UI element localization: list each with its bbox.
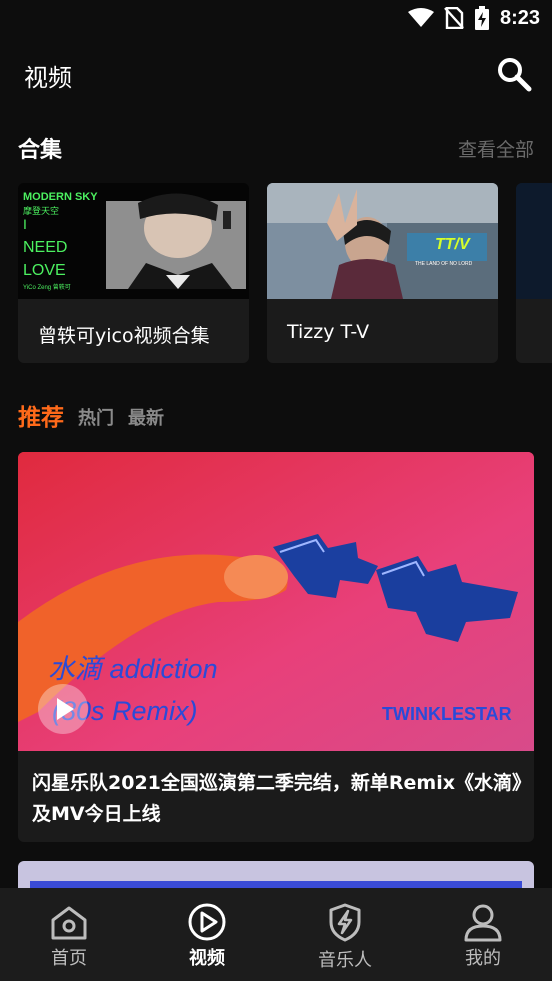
feed-tabs: 推荐 热门 最新: [18, 398, 164, 432]
bottom-navigation: 首页 视频 音乐人 我的: [0, 888, 552, 981]
search-icon: [498, 58, 532, 92]
play-button[interactable]: [38, 684, 88, 734]
thumb-artist: YiCo Zeng 曾轶可: [23, 283, 71, 291]
collection-thumbnail: MODERN SKY 摩登天空 I NEED LOVE YiCo Zeng 曾轶…: [18, 183, 249, 299]
nav-profile-label: 我的: [465, 948, 501, 969]
video-title: 闪星乐队2021全国巡演第二季完结，新单Remix《水滴》及MV今日上线: [32, 772, 522, 825]
tab-recommended[interactable]: 推荐: [18, 398, 64, 432]
battery-charging-icon: [474, 6, 489, 30]
video-thumbnail[interactable]: 水滴 addiction (80s Remix) TWINKLESTAR: [18, 452, 534, 751]
see-all-link[interactable]: 查看全部: [458, 135, 534, 162]
status-time: 8:23: [499, 6, 540, 29]
collection-thumbnail-art: TT/V THE LAND OF NO LORD: [267, 183, 498, 299]
tab-hot[interactable]: 热门: [78, 404, 114, 432]
search-button[interactable]: [494, 54, 534, 94]
thumb-band-logo: TWINKLESTAR: [382, 704, 512, 724]
thumb-text-i: I: [23, 216, 27, 232]
collection-label: 曾轶可yico视频合集: [38, 325, 210, 347]
collection-thumbnail: TT/V THE LAND OF NO LORD: [267, 183, 498, 299]
page-title: 视频: [24, 64, 72, 92]
collection-label: Tizzy T-V: [287, 321, 370, 343]
collections-carousel[interactable]: MODERN SKY 摩登天空 I NEED LOVE YiCo Zeng 曾轶…: [18, 183, 552, 363]
home-icon: [51, 906, 87, 940]
thumb-text-love: LOVE: [23, 262, 66, 279]
nav-home[interactable]: 首页: [0, 888, 138, 981]
play-icon: [57, 698, 74, 720]
nav-profile[interactable]: 我的: [414, 888, 552, 981]
nav-video[interactable]: 视频: [138, 888, 276, 981]
app-bar: 视频: [0, 48, 552, 100]
lightning-shield-icon: [329, 903, 361, 942]
nav-musician-label: 音乐人: [318, 950, 372, 971]
collection-thumbnail: [516, 183, 552, 299]
person-icon: [464, 904, 502, 942]
thumb-brand: MODERN SKY: [23, 191, 98, 203]
thumb-text-need: NEED: [23, 239, 67, 256]
status-icons: 8:23: [407, 6, 540, 30]
video-card[interactable]: 水滴 addiction (80s Remix) TWINKLESTAR 闪星乐…: [18, 452, 534, 842]
status-bar: 8:23: [0, 0, 552, 40]
thumb-logo: TT/V: [435, 236, 471, 253]
wifi-icon: [407, 8, 434, 27]
no-sim-icon: [444, 7, 464, 29]
collection-thumbnail-art: MODERN SKY 摩登天空 I NEED LOVE YiCo Zeng 曾轶…: [18, 183, 249, 299]
tab-latest[interactable]: 最新: [128, 404, 164, 432]
collections-title: 合集: [18, 138, 63, 163]
video-thumbnail-art: 水滴 addiction (80s Remix) TWINKLESTAR: [18, 452, 534, 751]
thumb-brand-cn: 摩登天空: [23, 205, 59, 217]
thumb-subtitle: THE LAND OF NO LORD: [415, 261, 473, 267]
play-circle-icon: [188, 903, 226, 941]
nav-video-label: 视频: [189, 948, 225, 969]
thumb-song-title: 水滴 addiction: [48, 654, 218, 684]
collection-card[interactable]: MODERN SKY 摩登天空 I NEED LOVE YiCo Zeng 曾轶…: [18, 183, 249, 363]
collection-card[interactable]: TT/V THE LAND OF NO LORD Tizzy T-V: [267, 183, 498, 363]
nav-musician[interactable]: 音乐人: [276, 888, 414, 981]
collection-card[interactable]: [516, 183, 552, 363]
nav-home-label: 首页: [51, 948, 87, 969]
